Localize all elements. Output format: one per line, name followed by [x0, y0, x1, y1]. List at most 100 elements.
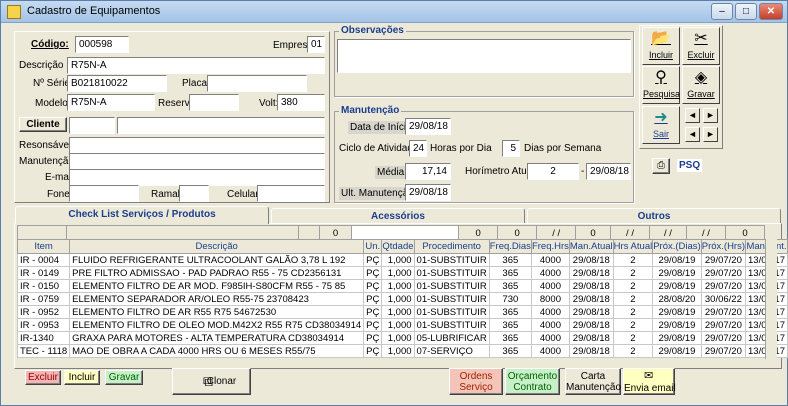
serie-field[interactable]: B021810022	[67, 75, 167, 92]
column-header[interactable]: Qtdade	[381, 239, 415, 254]
excluir-button[interactable]: Excluir	[25, 370, 61, 385]
orcamento-contrato-button[interactable]: Orçamento Contrato	[505, 368, 560, 395]
table-cell[interactable]: 29/08/18	[568, 292, 614, 306]
incluir-button[interactable]: Incluir	[64, 370, 100, 385]
empresa-field[interactable]: 01	[307, 36, 325, 53]
table-cell[interactable]: 2	[612, 318, 654, 332]
reserv-field[interactable]	[189, 94, 239, 111]
table-cell[interactable]: 05-LUBRIFICAR	[413, 331, 490, 345]
table-cell[interactable]: 29/08/18	[568, 266, 614, 280]
modelo-field[interactable]: R75N-A	[67, 94, 155, 111]
incluir-toolbar-button[interactable]: 📂 Incluir	[642, 27, 680, 65]
table-cell[interactable]: FLUIDO REFRIGERANTE ULTRACOOLANT GALÃO 3…	[69, 253, 365, 267]
table-cell[interactable]: 1,000	[381, 279, 415, 293]
table-cell[interactable]: 29/08/19	[652, 266, 702, 280]
nav-first-button[interactable]: ◄	[685, 127, 700, 142]
table-cell[interactable]: 365	[488, 253, 532, 267]
envia-email-button[interactable]: ✉ Envia email	[623, 368, 676, 395]
cliente-name-field[interactable]	[117, 117, 325, 134]
table-cell[interactable]: 29/08/18	[568, 305, 614, 319]
table-cell[interactable]: IR - 0759	[16, 292, 71, 306]
table-cell[interactable]: ELEMENTO FILTRO DE OLEO MOD.M42X2 R55 R7…	[69, 318, 365, 332]
ramal-field[interactable]	[179, 185, 209, 202]
table-cell[interactable]: 1,000	[381, 253, 415, 267]
tab-acessorios[interactable]: Acessórios	[271, 208, 525, 224]
table-cell[interactable]: 29/08/19	[652, 318, 702, 332]
table-row[interactable]: IR - 0149 PRE FILTRO ADMISSAO - PAD PADRA…	[16, 266, 788, 280]
descricao-field[interactable]: R75N-A	[67, 57, 325, 74]
table-cell[interactable]: GRAXA PARA MOTORES - ALTA TEMPERATURA CD…	[69, 331, 365, 345]
column-header[interactable]: Freq.Dias	[488, 239, 532, 254]
table-cell[interactable]: 29/08/18	[568, 253, 614, 267]
carta-manutencao-button[interactable]: Carta Manutenção	[565, 368, 621, 395]
cliente-button[interactable]: Cliente	[19, 117, 67, 132]
table-cell[interactable]: TEC - 1118	[16, 344, 71, 358]
table-cell[interactable]: 4000	[530, 331, 570, 345]
table-cell[interactable]: 8000	[530, 292, 570, 306]
table-cell[interactable]: 4000	[530, 266, 570, 280]
table-cell[interactable]: 29/08/19	[652, 331, 702, 345]
dias-semana-field[interactable]: 5	[502, 140, 520, 157]
table-cell[interactable]: 2	[612, 305, 654, 319]
table-cell[interactable]: 365	[488, 266, 532, 280]
table-cell[interactable]: 1,000	[381, 318, 415, 332]
table-cell[interactable]: 01-SUBSTITUIR	[413, 266, 490, 280]
table-cell[interactable]: 28/08/20	[652, 292, 702, 306]
table-cell[interactable]: PÇ	[363, 292, 383, 306]
printer-button[interactable]: ⎙	[652, 158, 670, 174]
table-row[interactable]: IR - 0759 ELEMENTO SEPARADOR AR/OLEO R55-…	[16, 292, 788, 306]
excluir-toolbar-button[interactable]: ✂ Excluir	[682, 27, 720, 65]
table-cell[interactable]: 01-SUBSTITUIR	[413, 318, 490, 332]
table-cell[interactable]: 1,000	[381, 331, 415, 345]
table-cell[interactable]: IR - 0150	[16, 279, 71, 293]
table-cell[interactable]: 29/07/20	[700, 331, 747, 345]
horimetro-date-field[interactable]: 29/08/18	[586, 163, 631, 180]
table-cell[interactable]: 29/07/20	[700, 253, 747, 267]
table-cell[interactable]: 1,000	[381, 344, 415, 358]
table-row[interactable]: IR - 0150 ELEMENTO FILTRO DE AR MOD. F985…	[16, 279, 788, 293]
table-cell[interactable]: 01-SUBSTITUIR	[413, 279, 490, 293]
table-cell[interactable]: 01-SUBSTITUIR	[413, 305, 490, 319]
placa-field[interactable]	[207, 75, 307, 92]
observacoes-field[interactable]	[337, 39, 631, 73]
column-header[interactable]: Man.Atual	[568, 239, 614, 254]
column-header[interactable]: Un.	[363, 239, 383, 254]
table-cell[interactable]: ELEMENTO FILTRO DE AR MOD. F985IH-S80CFM…	[69, 279, 365, 293]
tab-checklist[interactable]: Check List Serviços / Produtos	[15, 206, 269, 224]
table-cell[interactable]: 29/07/20	[700, 266, 747, 280]
column-header[interactable]: Procedimento	[413, 239, 490, 254]
fone-field[interactable]	[69, 185, 139, 202]
table-row[interactable]: IR - 0004 FLUIDO REFRIGERANTE ULTRACOOLAN…	[16, 253, 788, 267]
table-cell[interactable]: ELEMENTO SEPARADOR AR/OLEO R55-75 237084…	[69, 292, 365, 306]
gravar-button[interactable]: Gravar	[105, 370, 143, 385]
table-cell[interactable]: 4000	[530, 279, 570, 293]
table-cell[interactable]: 29/07/20	[700, 305, 747, 319]
column-header[interactable]: Item	[16, 239, 71, 254]
table-cell[interactable]: 29/07/20	[700, 344, 747, 358]
nav-prev-button[interactable]: ◄	[685, 108, 700, 123]
table-row[interactable]: TEC - 1118 MAO DE OBRA A CADA 4000 HRS OU…	[16, 344, 788, 358]
table-cell[interactable]: PÇ	[363, 331, 383, 345]
table-cell[interactable]: 4000	[530, 253, 570, 267]
column-header[interactable]: Freq.Hrs	[530, 239, 570, 254]
tab-outros[interactable]: Outros	[527, 208, 781, 224]
table-cell[interactable]: 29/08/18	[568, 331, 614, 345]
table-cell[interactable]: 30/06/22	[700, 292, 747, 306]
table-cell[interactable]: IR - 0953	[16, 318, 71, 332]
table-cell[interactable]: PÇ	[363, 305, 383, 319]
maximize-button[interactable]: □	[735, 3, 757, 20]
table-cell[interactable]: PÇ	[363, 318, 383, 332]
table-row[interactable]: IR-1340 GRAXA PARA MOTORES - ALTA TEMPERA…	[16, 331, 788, 345]
table-cell[interactable]: ELEMENTO FILTRO DE AR R55 R75 54672530	[69, 305, 365, 319]
column-header[interactable]: Próx.(Hrs)	[700, 239, 747, 254]
table-cell[interactable]: 365	[488, 318, 532, 332]
table-cell[interactable]: 29/08/19	[652, 344, 702, 358]
table-cell[interactable]: 07-SERVIÇO	[413, 344, 490, 358]
table-cell[interactable]: 29/07/20	[700, 279, 747, 293]
table-cell[interactable]: 29/08/18	[568, 344, 614, 358]
table-cell[interactable]: 29/08/19	[652, 253, 702, 267]
ult-manutencao-field[interactable]: 29/08/18	[405, 184, 451, 201]
table-cell[interactable]: 365	[488, 279, 532, 293]
cliente-code-field[interactable]	[69, 117, 115, 134]
table-cell[interactable]: IR - 0004	[16, 253, 71, 267]
